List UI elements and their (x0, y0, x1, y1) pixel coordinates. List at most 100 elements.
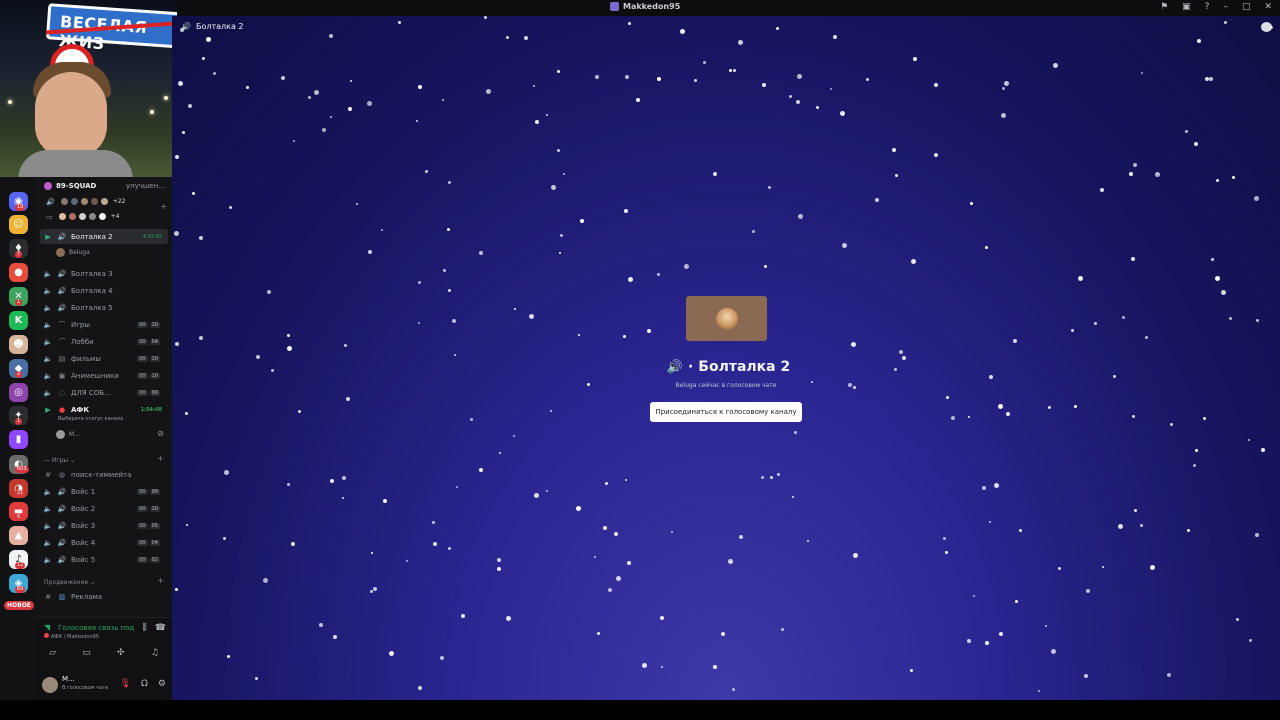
snowflake (703, 61, 706, 64)
camera-button[interactable]: ▱ (49, 648, 56, 658)
voice-channel-voice-4[interactable]: 🔈 🔊 Войс 4 00 04 (40, 535, 168, 550)
avatar (89, 197, 99, 206)
voice-channel-animeshniki[interactable]: 🔈 ▣ Анимешники 00 10 (40, 368, 168, 383)
server-icon[interactable]: ▮ (9, 430, 28, 449)
voice-location[interactable]: АФК / Makkedon95 (44, 633, 99, 640)
inbox-icon[interactable]: ⚑ (1160, 2, 1168, 12)
snowflake (680, 29, 685, 34)
more-count: +22 (112, 198, 126, 205)
snowflake (713, 172, 717, 176)
snowflake (1004, 81, 1009, 86)
voice-activity-row[interactable]: 🔊 +22 (46, 197, 125, 206)
channel-status-hint[interactable]: Выберите статус канала (58, 416, 123, 422)
screen-share-button[interactable]: ▭ (82, 648, 91, 658)
server-icon[interactable]: ☻ (9, 335, 28, 354)
server-icon[interactable]: ● (9, 263, 28, 282)
voice-channel-lobbi[interactable]: 🔈 ⌒ Лобби 00 04 (40, 334, 168, 349)
text-channel-ads[interactable]: # ▥ Реклама (40, 589, 168, 604)
participant-tile[interactable] (686, 296, 767, 341)
snowflake (892, 148, 896, 152)
snowflake (448, 289, 451, 292)
user-limit: 00 99 (137, 389, 160, 396)
voice-channel-afk[interactable]: ▶ ● АФК 1:54:48 (40, 402, 168, 417)
close-button[interactable]: ✕ (1264, 2, 1272, 12)
add-channel-icon[interactable]: + (157, 454, 164, 463)
snowflake (308, 96, 311, 99)
snowflake (371, 552, 373, 554)
snowflake (951, 416, 955, 420)
voice-channel-voice-1[interactable]: 🔈 🔊 Войс 1 00 99 (40, 484, 168, 499)
snowflake (794, 431, 797, 434)
snowflake (945, 551, 948, 554)
snowflake (486, 89, 491, 94)
new-badge[interactable]: НОВОЕ (4, 601, 34, 610)
snowflake (479, 468, 483, 472)
add-icon[interactable]: + (160, 202, 167, 211)
avatar (57, 212, 67, 221)
voice-channel-boltalka-2[interactable]: ▶ 🔊 Болталка 2 4:33:55 (40, 229, 168, 244)
server-icon[interactable]: ▲ (9, 526, 28, 545)
people-icon: ◍ (58, 470, 66, 479)
server-icon[interactable]: K (9, 311, 28, 330)
voice-channel-dlya-sob[interactable]: 🔈 ◌ ДЛЯ СОБ... 00 99 (40, 385, 168, 400)
voice-member[interactable]: М... (56, 430, 80, 439)
snowflake (1270, 26, 1273, 29)
add-channel-icon[interactable]: + (157, 576, 164, 585)
guild-header[interactable]: 89-SQUAD улучшен... 🔊 +22 ▭ +4 + (40, 180, 167, 230)
text-channel-search[interactable]: # ◍ поиск-тиммейта (40, 467, 168, 482)
voice-member[interactable]: Beluga (56, 248, 90, 257)
disconnect-icon[interactable]: ☎ (155, 623, 166, 633)
voice-channel-filmy[interactable]: 🔈 ▤ фильмы 00 10 (40, 351, 168, 366)
snowflake (1074, 405, 1077, 408)
snowflake (660, 616, 664, 620)
voice-channel-voice-2[interactable]: 🔈 🔊 Войс 2 00 10 (40, 501, 168, 516)
mic-muted-icon[interactable]: 🎙 (120, 679, 131, 689)
snowflake (733, 69, 736, 72)
screen-share-icon[interactable]: ▣ (1182, 2, 1191, 12)
snowflake (287, 346, 292, 351)
snowflake (1129, 172, 1133, 176)
noise-suppression-icon[interactable]: ⫼ (143, 623, 147, 633)
snowflake (1216, 179, 1219, 182)
voice-channel-boltalka-3[interactable]: 🔈 🔊 Болталка 3 (40, 266, 168, 281)
snowflake (546, 490, 548, 492)
hash-icon: # (45, 592, 51, 601)
server-icon[interactable]: ☺ (9, 215, 28, 234)
server-icon[interactable]: ◎ (9, 383, 28, 402)
voice-status[interactable]: Голосовая связь подключена (58, 624, 134, 632)
snowflake (287, 483, 290, 486)
snowflake (389, 651, 394, 656)
category-igry[interactable]: — Игры ⌄ (44, 457, 75, 464)
activity-button[interactable]: ✣ (117, 648, 125, 658)
signal-icon[interactable]: ◥ (44, 623, 50, 632)
snowflake (346, 397, 350, 401)
soundboard-button[interactable]: ♫ (151, 648, 159, 658)
snowflake (1141, 72, 1143, 74)
snowflake (1193, 464, 1196, 467)
help-icon[interactable]: ? (1205, 2, 1210, 12)
voice-channel-voice-5[interactable]: 🔈 🔊 Войс 5 00 02 (40, 552, 168, 567)
avatar[interactable] (42, 677, 58, 693)
minimize-button[interactable]: – (1223, 2, 1228, 12)
voice-channel-boltalka-5[interactable]: 🔈 🔊 Болталка 5 (40, 300, 168, 315)
snowflake (816, 106, 819, 109)
voice-channel-igry[interactable]: 🔈 ⌒ Игры 00 10 (40, 317, 168, 332)
snowflake (1078, 276, 1083, 281)
snowflake (580, 219, 584, 223)
gear-icon[interactable]: ⚙ (158, 679, 166, 689)
call-timer: 1:54:48 (140, 406, 162, 413)
headphones-icon[interactable]: Ω (141, 679, 148, 689)
app-icon (610, 2, 619, 11)
voice-channel-voice-3[interactable]: 🔈 🔊 Войс 3 00 05 (40, 518, 168, 533)
voice-activity-row[interactable]: ▭ +4 (46, 212, 119, 221)
voice-channel-boltalka-4[interactable]: 🔈 🔊 Болталка 4 (40, 283, 168, 298)
user-name[interactable]: М... (62, 675, 75, 683)
maximize-button[interactable]: □ (1242, 2, 1251, 12)
category-promo[interactable]: Продвижение ⌄ (44, 579, 95, 586)
speaker-icon: 🔈 (43, 371, 53, 380)
unread-badge: 21 (15, 490, 26, 497)
snowflake (425, 170, 428, 173)
guild-name[interactable]: 89-SQUAD (44, 182, 96, 190)
join-voice-button[interactable]: Присоединиться к голосовому каналу (650, 402, 802, 422)
snowflake (367, 101, 372, 106)
